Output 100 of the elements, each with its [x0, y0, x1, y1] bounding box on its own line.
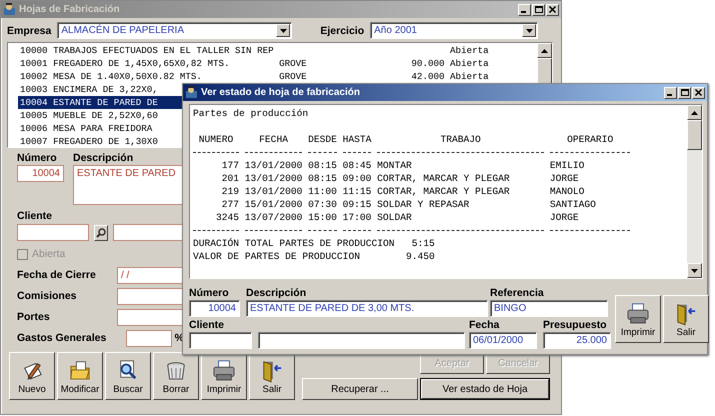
report-cell: 11:15	[342, 185, 372, 198]
report-cell: 09:00	[342, 172, 372, 185]
report-cell: 08:15	[308, 159, 337, 172]
date-field[interactable]: / /	[117, 266, 184, 284]
report-cell-text: EMILIO	[550, 159, 586, 172]
report-cell-text: MONTAR	[377, 159, 413, 172]
list-row[interactable]: 10000 TRABAJOS EFECTUADOS EN EL TALLER SIN REP Abierta	[18, 44, 537, 57]
maximize-button[interactable]	[678, 86, 691, 98]
printer-icon	[211, 359, 237, 383]
printer-icon	[625, 302, 651, 326]
field-label: Comisiones	[17, 290, 77, 302]
report-cell-text: JORGE	[550, 172, 580, 185]
action-button[interactable]: Recuperar ...	[302, 378, 418, 400]
report-title: Partes de producción	[193, 107, 310, 120]
description-field[interactable]: ESTANTE DE PARED DE 3,00 MTS.	[246, 300, 488, 317]
report-cell: 13/01/2000	[244, 172, 302, 185]
column-header: DESDE	[308, 133, 337, 146]
close-icon	[694, 88, 703, 97]
toolbar-button[interactable]: Nuevo	[9, 352, 55, 400]
search-icon	[96, 228, 106, 238]
report-cell-text: 219	[220, 185, 240, 198]
field-label: Cliente	[17, 210, 54, 222]
report-cell-text: 177	[220, 159, 240, 172]
number-field[interactable]: 10004	[17, 165, 64, 182]
total-value: 5:15	[410, 237, 435, 250]
toolbar-button[interactable]: Buscar	[105, 352, 151, 400]
window-title: Hojas de Fabricación	[19, 3, 120, 17]
app-icon	[185, 86, 198, 99]
report-cell-text: SOLDAR Y REPASAR	[377, 198, 470, 211]
field-label: Cliente	[189, 319, 226, 331]
toolbar-button[interactable]: Salir	[249, 352, 295, 400]
report-cell-text: MANOLO	[550, 185, 586, 198]
maximize-icon	[534, 5, 543, 14]
client-name-field[interactable]	[258, 332, 465, 349]
field-label: Presupuesto	[543, 319, 607, 331]
reference-field[interactable]: BINGO	[490, 300, 608, 317]
caret-icon	[280, 28, 287, 32]
action-button[interactable]: Ver estado de Hoja	[420, 378, 550, 400]
report-cell: 13/07/2000	[244, 211, 302, 224]
toolbar-button[interactable]: Imprimir	[615, 295, 661, 343]
scroll-thumb[interactable]	[687, 120, 702, 150]
total-value: 9.450	[404, 250, 435, 263]
field-label: Gastos Generales	[17, 332, 106, 344]
total-label: VALOR DE PARTES DE PRODUCCION	[193, 250, 361, 263]
column-header: FECHA	[258, 133, 289, 146]
report-cell-text: JORGE	[550, 211, 580, 224]
report-cell-text: CORTAR, MARCAR Y PLEGAR	[377, 172, 511, 185]
report-cell-text: SANTIAGO	[550, 198, 597, 211]
report-cell: 09:15	[342, 198, 372, 211]
number-field[interactable]: 10004	[189, 300, 240, 317]
field-label: Número	[189, 287, 230, 299]
report-cell: 07:30	[308, 198, 337, 211]
toolbar-button[interactable]: Salir	[663, 295, 709, 343]
year-dropdown[interactable]: Año 2001	[370, 22, 538, 39]
client-name-field[interactable]	[113, 224, 185, 241]
report-cell-text: 277	[220, 198, 240, 211]
report-cell-text: 3245	[215, 211, 240, 224]
report-cell: 15:00	[308, 211, 337, 224]
date-field[interactable]: 06/01/2000	[469, 332, 537, 349]
caret-icon	[526, 28, 533, 32]
report-cell: 11:00	[308, 185, 337, 198]
field-label: Descripción	[73, 152, 134, 164]
search-button[interactable]	[94, 224, 108, 240]
app-icon	[3, 3, 16, 16]
shipping-field[interactable]	[117, 308, 184, 326]
budget-field[interactable]: 25.000	[543, 332, 611, 349]
window-title: Ver estado de hoja de fabricación	[201, 86, 360, 100]
report-cell: 13/01/2000	[244, 185, 302, 198]
column-header: NUMERO	[198, 133, 234, 146]
client-code-field[interactable]	[189, 332, 252, 349]
report-cell-text: SOLDAR	[377, 211, 413, 224]
toolbar-button[interactable]: Borrar	[153, 352, 199, 400]
maximize-icon	[680, 88, 689, 97]
field-label: Portes	[17, 311, 50, 324]
field-label: Fecha	[469, 319, 500, 331]
commission-field[interactable]	[117, 288, 184, 305]
toolbar-button[interactable]: Modificar	[57, 352, 103, 400]
scroll-bar[interactable]	[687, 105, 702, 278]
company-dropdown[interactable]: ALMACÉN DE PAPELERIA	[57, 22, 292, 39]
report-cell: 15/01/2000	[244, 198, 302, 211]
client-code-field[interactable]	[17, 224, 89, 241]
up-arrow-icon	[691, 110, 698, 114]
column-header: HASTA	[342, 133, 372, 146]
toolbar-button[interactable]: Imprimir	[201, 352, 247, 400]
minimize-button[interactable]	[664, 86, 677, 98]
list-row[interactable]: 10002 MESA DE 1.40X0,50X0.82 MTS. GROVE 42.000 Abierta	[18, 70, 537, 83]
column-header: OPERARIO	[566, 133, 614, 146]
field-label: Descripción	[246, 287, 308, 299]
report-cell-text: 201	[220, 172, 240, 185]
column-header: TRABAJO	[439, 133, 482, 146]
close-button[interactable]	[692, 86, 705, 98]
list-row[interactable]: 10001 FREGADERO DE 1,45X0,65X0,82 MTS. GROVE 90.000 Abierta	[18, 57, 537, 70]
report-cell: 13/01/2000	[244, 159, 302, 172]
field-label: Número	[17, 152, 58, 164]
close-icon	[548, 5, 557, 14]
overhead-field[interactable]	[126, 330, 172, 347]
up-arrow-icon	[541, 48, 548, 52]
report-cell: 08:15	[308, 172, 337, 185]
field-label: Referencia	[490, 287, 544, 299]
field-label: Ejercicio	[320, 24, 364, 36]
